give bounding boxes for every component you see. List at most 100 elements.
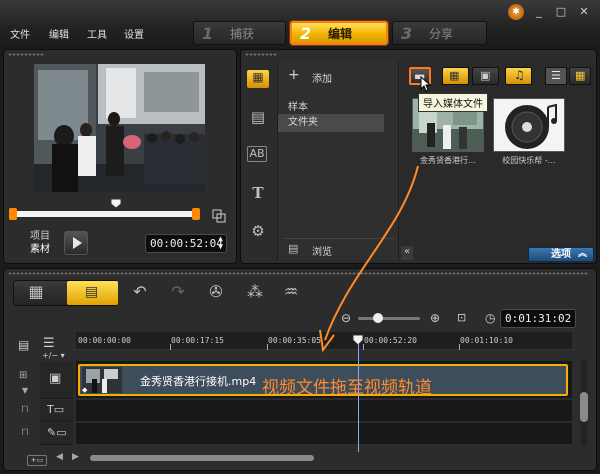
library-category-bar: ▦ ▤ AB T ⚙: [247, 62, 275, 252]
project-duration-timecode[interactable]: 0:01:31:02: [500, 309, 576, 328]
mouse-cursor-icon: [420, 76, 432, 92]
title-track[interactable]: [76, 400, 572, 422]
maximize-button[interactable]: □: [554, 5, 568, 19]
grid-icon: ▦: [575, 69, 586, 82]
fit-project-icon[interactable]: ⊡: [457, 311, 466, 324]
add-track-button[interactable]: +▭: [27, 455, 47, 466]
preview-video-frame: [34, 64, 205, 192]
clip-audio-icon: ◆: [82, 386, 88, 394]
transition-category-icon[interactable]: ▤: [247, 108, 269, 126]
app-logo-icon[interactable]: ✱: [508, 4, 524, 20]
panel-grip: [8, 53, 44, 56]
redo-icon[interactable]: ↷: [166, 282, 190, 304]
step-tab-edit[interactable]: 2 编辑: [290, 21, 388, 45]
text-category-icon[interactable]: T: [247, 184, 269, 202]
record-capture-icon[interactable]: ✇: [204, 282, 228, 304]
step-label: 分享: [429, 26, 454, 41]
menu-file[interactable]: 文件: [10, 26, 30, 41]
title-category-icon[interactable]: AB: [247, 146, 267, 162]
clip-thumbnail: [82, 367, 122, 393]
trim-start-marker[interactable]: [9, 208, 17, 220]
timeline-view-button[interactable]: ▤: [67, 281, 118, 305]
library-item-sample[interactable]: 样本: [288, 98, 308, 113]
show-video-button[interactable]: ▦: [442, 67, 469, 85]
preview-screen: [34, 64, 205, 192]
media-thumbnail-audio[interactable]: [493, 98, 565, 152]
add-icon[interactable]: +: [288, 67, 300, 83]
options-label: 选项: [551, 249, 571, 260]
show-audio-button[interactable]: ♫: [505, 67, 532, 85]
video-track-icon: ▣: [49, 371, 62, 386]
menu-tools[interactable]: 工具: [87, 26, 107, 41]
audio-mixer-icon[interactable]: ⁂: [243, 282, 267, 304]
menu-settings[interactable]: 设置: [124, 26, 144, 41]
step-number: 1: [202, 23, 214, 43]
timecode-spin-icon[interactable]: ▲ ▼: [218, 235, 223, 251]
scrubber-handle-icon[interactable]: [110, 198, 122, 209]
video-track-header[interactable]: ▣: [40, 361, 73, 399]
overlay-track-header[interactable]: T▭: [40, 400, 73, 422]
lock-track-icon[interactable]: ⊓: [21, 427, 29, 438]
thumbnail-view-button[interactable]: ▦: [569, 67, 591, 85]
split-clip-icon[interactable]: [212, 209, 226, 223]
minimize-button[interactable]: _: [532, 5, 546, 19]
mode-clip-label[interactable]: 素材: [30, 243, 50, 256]
library-item-folder[interactable]: 文件夹: [278, 114, 384, 132]
scrub-bar[interactable]: [15, 211, 198, 217]
step-label: 编辑: [328, 26, 353, 41]
track-expand-icon[interactable]: ▼: [22, 386, 28, 395]
chapter-list-icon[interactable]: ☰: [43, 336, 55, 351]
tutorial-annotation: 视频文件拖至视频轨道: [262, 378, 432, 398]
scroll-thumb[interactable]: [90, 455, 314, 461]
track-manager-icon[interactable]: ▤: [18, 338, 29, 352]
clip-filename: 金秀贤香港行接机.mp4: [140, 375, 257, 388]
options-button[interactable]: 选项 ︽: [528, 247, 594, 262]
menu-edit[interactable]: 编辑: [49, 26, 69, 41]
voice-track-header[interactable]: ✎▭: [40, 423, 73, 445]
add-track-control[interactable]: +/− ▾: [42, 351, 65, 360]
ruler-label: 00:01:10:10: [460, 336, 513, 345]
ruler-tick: [170, 344, 171, 350]
storyboard-view-icon[interactable]: ▦: [24, 282, 48, 304]
step-number: 2: [300, 23, 312, 43]
preview-timecode-value: 00:00:52:04: [150, 237, 223, 250]
music-icon: ♫: [514, 68, 525, 82]
undo-icon[interactable]: ↶: [128, 282, 152, 304]
ruler-tick: [267, 344, 268, 350]
ruler-label: 00:00:17:15: [171, 336, 224, 345]
media-thumbnail-label: 校园快乐帮 -…: [502, 156, 556, 165]
project-duration-value: 0:01:31:02: [505, 312, 572, 325]
timeline-horizontal-scrollbar[interactable]: ◀ ▶: [56, 452, 578, 464]
list-view-button[interactable]: ☰: [545, 67, 567, 85]
zoom-in-icon[interactable]: ⊕: [430, 311, 440, 325]
list-icon: ☰: [551, 69, 561, 82]
show-photo-button[interactable]: ▣: [472, 67, 499, 85]
preview-timecode[interactable]: 00:00:52:04 ▲ ▼: [145, 234, 227, 253]
play-mode-selector[interactable]: 项目 素材: [30, 230, 50, 256]
voice-track[interactable]: [76, 423, 572, 445]
voice-track-icon: ✎▭: [47, 426, 67, 439]
play-icon: [73, 237, 82, 249]
ruler-tick: [459, 344, 460, 350]
ripple-edit-icon[interactable]: ⊞: [19, 370, 27, 381]
clip-thumbnail-image: [82, 367, 122, 393]
scroll-left-icon[interactable]: ◀: [56, 452, 63, 462]
close-button[interactable]: ✕: [577, 5, 591, 19]
scroll-thumb[interactable]: [580, 392, 588, 422]
step-tab-capture[interactable]: 1 捕获: [193, 21, 286, 45]
ruler-label: 00:00:00:00: [78, 336, 131, 345]
add-folder-button[interactable]: 添加: [312, 70, 332, 85]
lock-track-icon[interactable]: ⊓: [21, 404, 29, 415]
filter-category-icon[interactable]: ⚙: [247, 222, 269, 240]
trim-end-marker[interactable]: [192, 208, 200, 220]
timeline-vertical-scrollbar[interactable]: [578, 360, 590, 446]
chevron-up-icon: ︽: [578, 249, 588, 259]
mode-project-label[interactable]: 项目: [30, 230, 50, 243]
film-icon: ▦: [449, 69, 460, 82]
step-tab-share[interactable]: 3 分享: [392, 21, 487, 45]
panel-grip: [245, 53, 277, 56]
title-track-icon: T▭: [47, 403, 65, 416]
play-button[interactable]: [64, 231, 88, 255]
scroll-right-icon[interactable]: ▶: [72, 452, 79, 462]
media-category-icon[interactable]: ▦: [247, 70, 269, 88]
